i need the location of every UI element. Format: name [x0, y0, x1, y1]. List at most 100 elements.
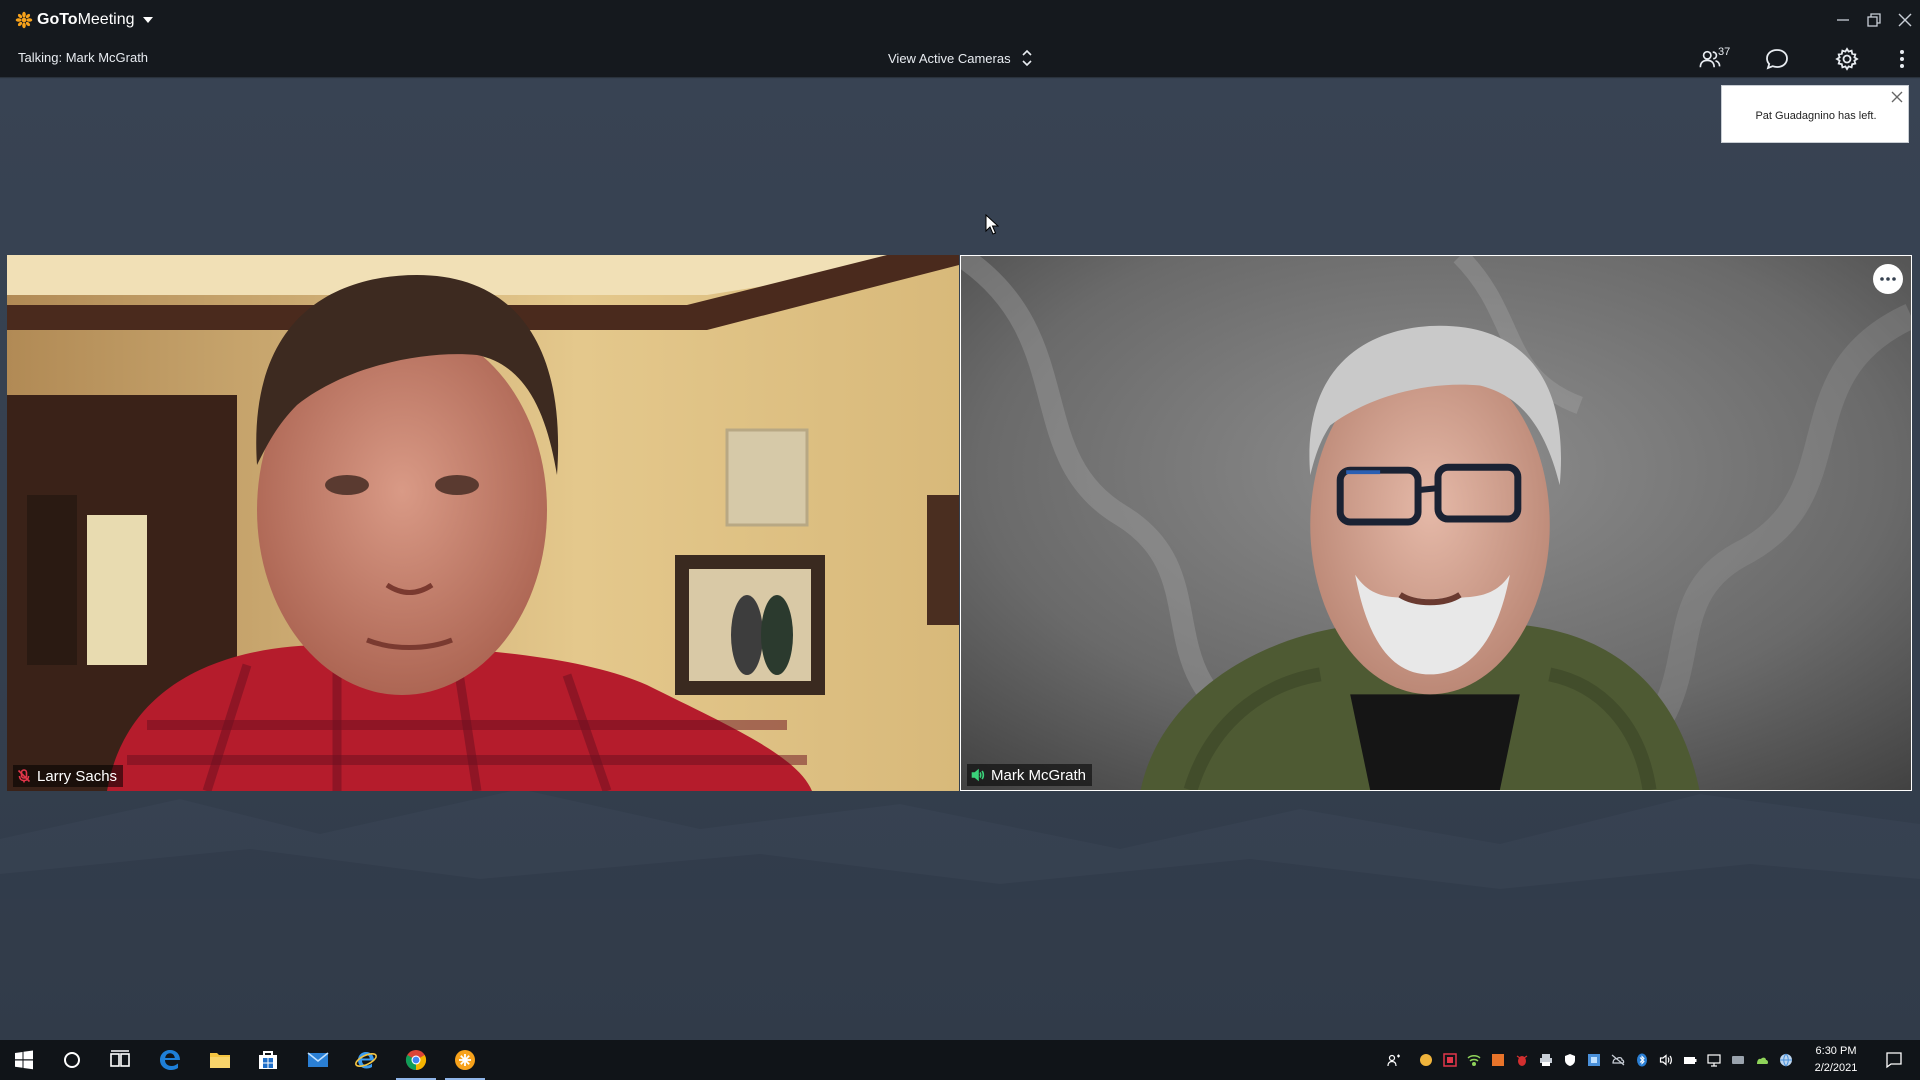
- tray-app-4[interactable]: [1486, 1040, 1510, 1080]
- task-view-button[interactable]: [96, 1040, 144, 1080]
- window-controls: [1827, 0, 1920, 39]
- close-icon: [1898, 13, 1911, 26]
- close-window-button[interactable]: [1889, 0, 1920, 39]
- goto-logo-icon: [15, 11, 33, 28]
- tray-network[interactable]: [1702, 1040, 1726, 1080]
- network-icon: [1707, 1054, 1721, 1067]
- printer-icon: [1540, 1054, 1552, 1066]
- action-center-button[interactable]: [1874, 1040, 1914, 1080]
- taskbar-mail[interactable]: [294, 1040, 342, 1080]
- windows-logo-icon: [15, 1050, 33, 1070]
- red-square-icon: [1443, 1053, 1457, 1067]
- settings-gear-icon: [1835, 46, 1859, 71]
- tile-options-button[interactable]: [1873, 264, 1903, 294]
- chat-icon: [1766, 48, 1788, 69]
- view-active-cameras-dropdown[interactable]: View Active Cameras: [888, 48, 1033, 68]
- tray-app-3[interactable]: [1462, 1040, 1486, 1080]
- talking-indicator: Talking: Mark McGrath: [18, 50, 149, 65]
- keyboard-language-icon: [1732, 1056, 1744, 1064]
- shield-icon: [1565, 1054, 1575, 1066]
- search-circle-icon: [64, 1052, 80, 1068]
- attendee-count: 37: [1718, 46, 1731, 58]
- more-horizontal-icon: [1880, 277, 1896, 281]
- tray-app-5[interactable]: [1510, 1040, 1534, 1080]
- mic-muted-icon: [17, 769, 31, 783]
- taskbar-chrome[interactable]: [392, 1040, 440, 1080]
- system-tray: [1382, 1040, 1798, 1080]
- tray-app-11[interactable]: [1774, 1040, 1798, 1080]
- restore-button[interactable]: [1858, 0, 1889, 39]
- green-cloud-icon: [1757, 1057, 1769, 1064]
- tray-app-9[interactable]: [1606, 1040, 1630, 1080]
- participant-video-feed: [7, 255, 959, 791]
- search-button[interactable]: [48, 1040, 96, 1080]
- onedrive-offline-icon: [1611, 1054, 1625, 1066]
- minimize-button[interactable]: [1827, 0, 1858, 39]
- wifi-tool-icon: [1467, 1055, 1481, 1066]
- taskbar-store[interactable]: [244, 1040, 292, 1080]
- tray-app-1[interactable]: [1414, 1040, 1438, 1080]
- notification-text: Pat Guadagnino has left.: [1755, 110, 1877, 122]
- tray-app-6[interactable]: [1534, 1040, 1558, 1080]
- taskbar-internet-explorer[interactable]: [342, 1040, 390, 1080]
- tray-volume[interactable]: [1654, 1040, 1678, 1080]
- folder-icon: [210, 1053, 230, 1068]
- mail-envelope-icon: [307, 1052, 329, 1067]
- attendees-button[interactable]: 37: [1680, 39, 1740, 78]
- taskbar-clock[interactable]: 6:30 PM 2/2/2021: [1810, 1043, 1862, 1077]
- orange-square-icon: [1492, 1054, 1504, 1066]
- notification-toast: Pat Guadagnino has left.: [1721, 85, 1909, 143]
- app-name-bold: GoTo: [37, 10, 78, 28]
- tray-people[interactable]: [1382, 1040, 1406, 1080]
- video-tile-mark-mcgrath[interactable]: Mark McGrath: [960, 255, 1912, 791]
- tray-bluetooth[interactable]: [1630, 1040, 1654, 1080]
- volume-icon: [1659, 1054, 1672, 1066]
- background-mountains: [0, 789, 1920, 899]
- blue-app-icon: [1588, 1054, 1600, 1066]
- tray-app-2[interactable]: [1438, 1040, 1462, 1080]
- minimize-icon: [1836, 18, 1849, 21]
- taskbar-gotomeeting[interactable]: [441, 1040, 489, 1080]
- tray-app-10[interactable]: [1750, 1040, 1774, 1080]
- tray-app-7[interactable]: [1558, 1040, 1582, 1080]
- tray-app-8[interactable]: [1582, 1040, 1606, 1080]
- clock-time: 6:30 PM: [1815, 1045, 1857, 1057]
- globe-icon: [1780, 1053, 1792, 1067]
- red-bug-icon: [1516, 1055, 1528, 1066]
- participant-name: Larry Sachs: [37, 767, 118, 785]
- gotomeeting-window: GoTo Meeting Talking: Mark McGrath View A…: [0, 0, 1920, 1040]
- app-name-light: Meeting: [77, 10, 135, 28]
- restore-icon: [1866, 12, 1881, 27]
- orange-circle-icon: [1420, 1054, 1432, 1066]
- more-options-button[interactable]: [1892, 39, 1912, 78]
- store-bag-icon: [259, 1051, 277, 1069]
- participant-name-tag: Mark McGrath: [967, 764, 1093, 786]
- mouse-cursor-icon: [985, 214, 999, 235]
- speaker-active-icon: [971, 768, 985, 782]
- more-vertical-icon: [1900, 49, 1904, 68]
- title-bar: GoTo Meeting: [0, 0, 1920, 39]
- participant-name-tag: Larry Sachs: [13, 765, 124, 787]
- toolbar-actions: 37: [1680, 39, 1920, 78]
- taskbar-edge[interactable]: [146, 1040, 194, 1080]
- app-menu-button[interactable]: GoTo Meeting: [15, 11, 154, 29]
- start-button[interactable]: [0, 1040, 48, 1080]
- battery-icon: [1684, 1057, 1697, 1064]
- notification-icon: [1886, 1052, 1902, 1069]
- view-mode-label: View Active Cameras: [888, 50, 1011, 66]
- video-tile-larry-sachs[interactable]: Larry Sachs: [7, 255, 959, 791]
- tray-battery[interactable]: [1678, 1040, 1702, 1080]
- task-view-icon: [110, 1050, 130, 1067]
- internet-explorer-icon: [355, 1052, 377, 1069]
- chat-button[interactable]: [1762, 39, 1792, 78]
- taskbar-file-explorer[interactable]: [196, 1040, 244, 1080]
- chrome-browser-icon: [405, 1050, 427, 1071]
- tray-ime[interactable]: [1726, 1040, 1750, 1080]
- edge-browser-icon: [160, 1050, 180, 1070]
- close-icon[interactable]: [1890, 90, 1904, 104]
- participant-video-feed: [961, 256, 1911, 790]
- bluetooth-icon: [1637, 1053, 1647, 1067]
- gotomeeting-app-icon: [455, 1050, 475, 1070]
- settings-button[interactable]: [1832, 39, 1862, 78]
- participant-name: Mark McGrath: [991, 766, 1087, 784]
